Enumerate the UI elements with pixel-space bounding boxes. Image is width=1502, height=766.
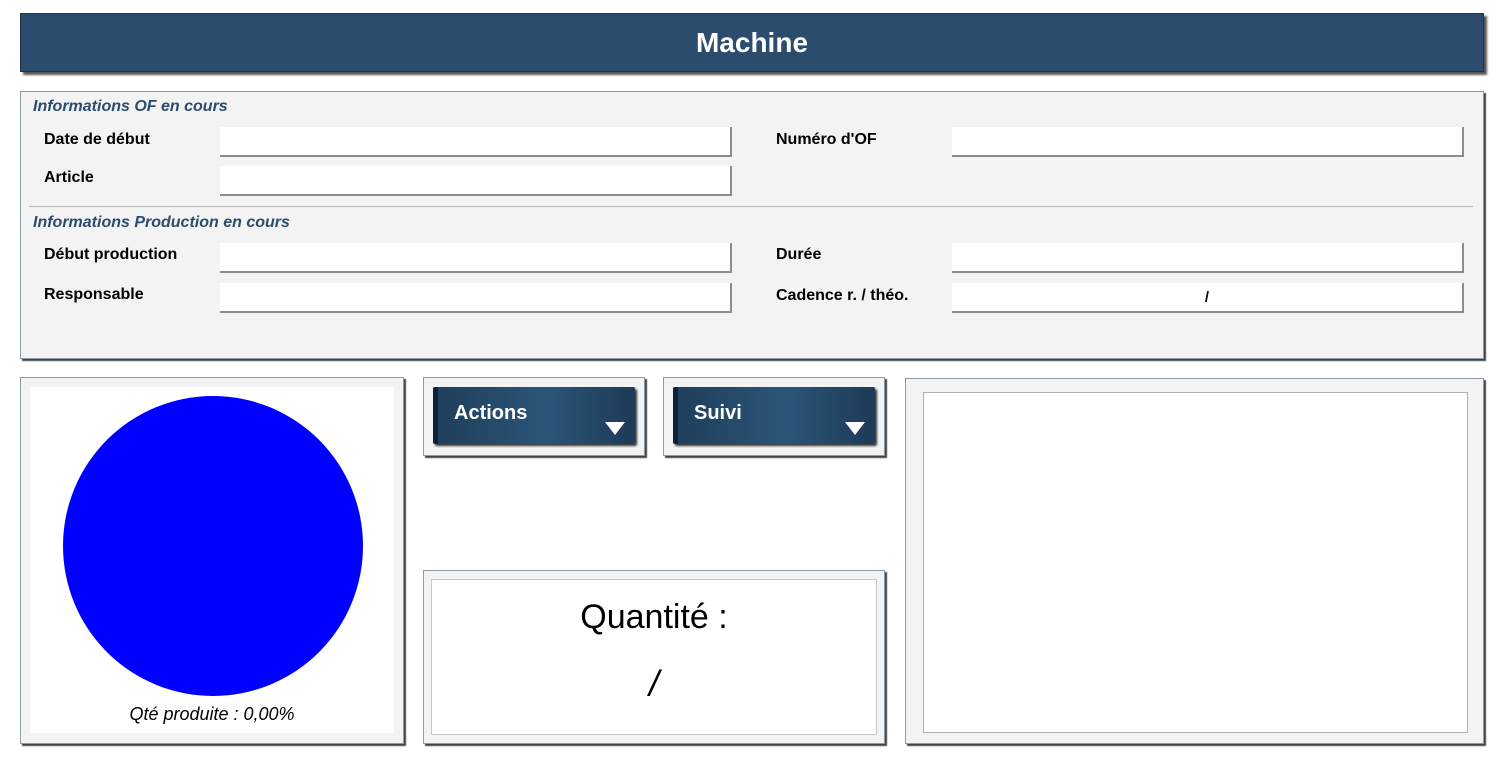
actions-dropdown-button[interactable]: Actions — [433, 387, 635, 444]
progress-pie-chart — [63, 396, 363, 696]
quantity-display: Quantité : / — [431, 579, 877, 735]
caret-down-icon — [845, 422, 865, 435]
numero-of-field[interactable] — [952, 127, 1464, 157]
suivi-dropdown-button[interactable]: Suivi — [673, 387, 875, 444]
info-panel: Informations OF en cours Date de début N… — [20, 91, 1484, 359]
progress-chart-area: Qté produite : 0,00% — [30, 387, 394, 733]
quantity-title: Quantité : — [580, 598, 728, 636]
cadence-field[interactable] — [952, 283, 1464, 313]
production-section-title: Informations Production en cours — [33, 214, 290, 231]
article-field[interactable] — [220, 166, 732, 196]
article-label: Article — [44, 169, 94, 186]
suivi-button-panel: Suivi — [663, 377, 885, 456]
responsable-field[interactable] — [220, 283, 732, 313]
date-debut-field[interactable] — [220, 127, 732, 157]
date-debut-label: Date de début — [44, 131, 150, 148]
duree-field[interactable] — [952, 243, 1464, 273]
debut-production-field[interactable] — [220, 243, 732, 273]
progress-caption: Qté produite : 0,00% — [129, 704, 295, 724]
responsable-label: Responsable — [44, 286, 144, 303]
actions-button-label: Actions — [454, 402, 528, 424]
section-divider — [29, 206, 1473, 207]
page-title-text: Machine — [695, 26, 809, 58]
quantity-panel: Quantité : / — [423, 570, 885, 744]
details-display-area — [923, 392, 1468, 733]
quantity-value: / — [648, 663, 659, 704]
progress-panel: Qté produite : 0,00% — [20, 377, 404, 744]
actions-button-panel: Actions — [423, 377, 645, 456]
suivi-button-label: Suivi — [694, 402, 742, 424]
numero-of-label: Numéro d'OF — [776, 131, 877, 148]
debut-production-label: Début production — [44, 246, 178, 263]
pie-remaining-slice — [63, 396, 363, 696]
details-panel — [905, 378, 1484, 744]
of-section-title: Informations OF en cours — [33, 98, 228, 115]
page-title: Machine — [20, 13, 1484, 72]
cadence-label: Cadence r. / théo. — [776, 287, 909, 304]
caret-down-icon — [605, 422, 625, 435]
duree-label: Durée — [776, 246, 822, 263]
